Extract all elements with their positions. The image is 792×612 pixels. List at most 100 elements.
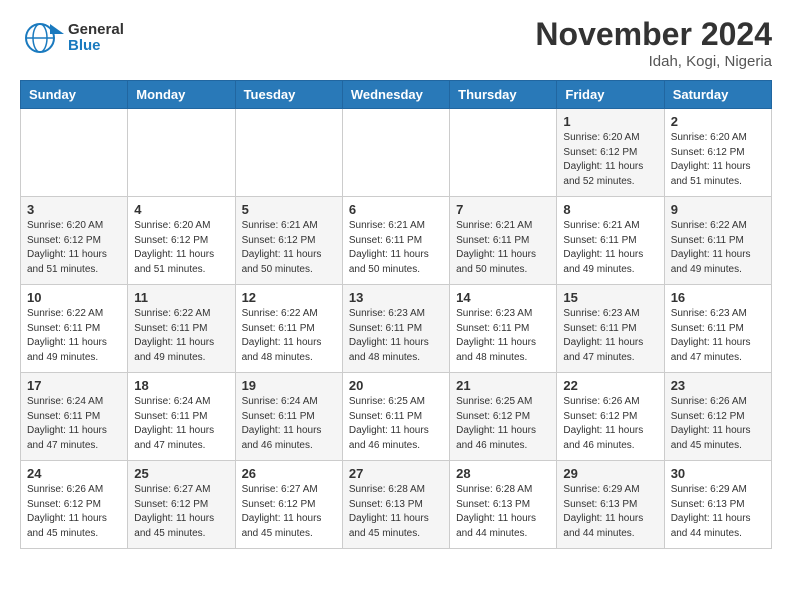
day-info: Sunrise: 6:20 AM Sunset: 6:12 PM Dayligh… <box>134 219 228 277</box>
calendar-day-cell: 25 Sunrise: 6:27 AM Sunset: 6:12 PM Dayli… <box>128 461 235 549</box>
day-number: 20 <box>349 378 443 393</box>
day-info: Sunrise: 6:24 AM Sunset: 6:11 PM Dayligh… <box>242 395 336 453</box>
col-thursday: Thursday <box>450 81 557 109</box>
day-info: Sunrise: 6:22 AM Sunset: 6:11 PM Dayligh… <box>671 219 765 277</box>
calendar-day-cell: 7Sunrise: 6:21 AM Sunset: 6:11 PM Daylig… <box>450 197 557 285</box>
calendar-day-cell: 9 Sunrise: 6:22 AM Sunset: 6:11 PM Daylig… <box>664 197 771 285</box>
calendar-day-cell <box>342 109 449 197</box>
day-info: Sunrise: 6:25 AM Sunset: 6:12 PM Dayligh… <box>456 395 550 453</box>
day-info: Sunrise: 6:21 AM Sunset: 6:11 PM Dayligh… <box>349 219 443 277</box>
calendar-day-cell: 11 Sunrise: 6:22 AM Sunset: 6:11 PM Dayli… <box>128 285 235 373</box>
calendar-day-cell: 27 Sunrise: 6:28 AM Sunset: 6:13 PM Dayli… <box>342 461 449 549</box>
calendar-day-cell: 2Sunrise: 6:20 AM Sunset: 6:12 PM Daylig… <box>664 109 771 197</box>
col-monday: Monday <box>128 81 235 109</box>
day-info: Sunrise: 6:24 AM Sunset: 6:11 PM Dayligh… <box>134 395 228 453</box>
day-number: 1 <box>563 114 657 129</box>
page: General Blue November 2024 Idah, Kogi, N… <box>0 0 792 612</box>
calendar-day-cell: 29Sunrise: 6:29 AM Sunset: 6:13 PM Dayli… <box>557 461 664 549</box>
calendar-header-row: Sunday Monday Tuesday Wednesday Thursday… <box>21 81 772 109</box>
logo-general-text: General <box>68 22 124 39</box>
day-number: 3 <box>27 202 121 217</box>
logo: General Blue <box>20 16 124 60</box>
calendar-day-cell: 13 Sunrise: 6:23 AM Sunset: 6:11 PM Dayli… <box>342 285 449 373</box>
day-number: 18 <box>134 378 228 393</box>
calendar-day-cell: 20 Sunrise: 6:25 AM Sunset: 6:11 PM Dayli… <box>342 373 449 461</box>
day-number: 27 <box>349 466 443 481</box>
day-info: Sunrise: 6:22 AM Sunset: 6:11 PM Dayligh… <box>242 307 336 365</box>
day-info: Sunrise: 6:25 AM Sunset: 6:11 PM Dayligh… <box>349 395 443 453</box>
day-number: 17 <box>27 378 121 393</box>
col-sunday: Sunday <box>21 81 128 109</box>
calendar-day-cell: 19 Sunrise: 6:24 AM Sunset: 6:11 PM Dayli… <box>235 373 342 461</box>
calendar-week-row: 1 Sunrise: 6:20 AM Sunset: 6:12 PM Daylig… <box>21 109 772 197</box>
calendar-day-cell: 30 Sunrise: 6:29 AM Sunset: 6:13 PM Dayli… <box>664 461 771 549</box>
day-number: 22 <box>563 378 657 393</box>
calendar-day-cell: 5 Sunrise: 6:21 AM Sunset: 6:12 PM Daylig… <box>235 197 342 285</box>
day-number: 23 <box>671 378 765 393</box>
day-info: Sunrise: 6:27 AM Sunset: 6:12 PM Dayligh… <box>134 483 228 541</box>
day-number: 6 <box>349 202 443 217</box>
calendar-day-cell: 12 Sunrise: 6:22 AM Sunset: 6:11 PM Dayli… <box>235 285 342 373</box>
day-number: 19 <box>242 378 336 393</box>
calendar-day-cell: 4Sunrise: 6:20 AM Sunset: 6:12 PM Daylig… <box>128 197 235 285</box>
day-number: 9 <box>671 202 765 217</box>
day-info: Sunrise: 6:28 AM Sunset: 6:13 PM Dayligh… <box>349 483 443 541</box>
calendar-day-cell: 16Sunrise: 6:23 AM Sunset: 6:11 PM Dayli… <box>664 285 771 373</box>
day-number: 21 <box>456 378 550 393</box>
calendar-day-cell: 15Sunrise: 6:23 AM Sunset: 6:11 PM Dayli… <box>557 285 664 373</box>
calendar-day-cell: 14 Sunrise: 6:23 AM Sunset: 6:11 PM Dayli… <box>450 285 557 373</box>
day-number: 14 <box>456 290 550 305</box>
day-info: Sunrise: 6:28 AM Sunset: 6:13 PM Dayligh… <box>456 483 550 541</box>
day-info: Sunrise: 6:24 AM Sunset: 6:11 PM Dayligh… <box>27 395 121 453</box>
logo-icon <box>20 16 64 60</box>
calendar-day-cell <box>128 109 235 197</box>
day-info: Sunrise: 6:20 AM Sunset: 6:12 PM Dayligh… <box>27 219 121 277</box>
day-info: Sunrise: 6:20 AM Sunset: 6:12 PM Dayligh… <box>563 131 657 189</box>
calendar-week-row: 10 Sunrise: 6:22 AM Sunset: 6:11 PM Dayli… <box>21 285 772 373</box>
col-friday: Friday <box>557 81 664 109</box>
header: General Blue November 2024 Idah, Kogi, N… <box>20 16 772 70</box>
calendar-day-cell: 24Sunrise: 6:26 AM Sunset: 6:12 PM Dayli… <box>21 461 128 549</box>
col-tuesday: Tuesday <box>235 81 342 109</box>
calendar-week-row: 17 Sunrise: 6:24 AM Sunset: 6:11 PM Dayli… <box>21 373 772 461</box>
day-info: Sunrise: 6:29 AM Sunset: 6:13 PM Dayligh… <box>563 483 657 541</box>
day-number: 12 <box>242 290 336 305</box>
day-number: 7 <box>456 202 550 217</box>
day-number: 8 <box>563 202 657 217</box>
calendar-day-cell: 28Sunrise: 6:28 AM Sunset: 6:13 PM Dayli… <box>450 461 557 549</box>
calendar-day-cell: 6 Sunrise: 6:21 AM Sunset: 6:11 PM Daylig… <box>342 197 449 285</box>
day-number: 24 <box>27 466 121 481</box>
calendar-day-cell: 26Sunrise: 6:27 AM Sunset: 6:12 PM Dayli… <box>235 461 342 549</box>
col-saturday: Saturday <box>664 81 771 109</box>
day-number: 13 <box>349 290 443 305</box>
calendar-day-cell: 22 Sunrise: 6:26 AM Sunset: 6:12 PM Dayli… <box>557 373 664 461</box>
day-info: Sunrise: 6:27 AM Sunset: 6:12 PM Dayligh… <box>242 483 336 541</box>
day-info: Sunrise: 6:26 AM Sunset: 6:12 PM Dayligh… <box>671 395 765 453</box>
day-number: 11 <box>134 290 228 305</box>
day-info: Sunrise: 6:23 AM Sunset: 6:11 PM Dayligh… <box>563 307 657 365</box>
day-info: Sunrise: 6:23 AM Sunset: 6:11 PM Dayligh… <box>349 307 443 365</box>
day-number: 25 <box>134 466 228 481</box>
calendar-day-cell <box>235 109 342 197</box>
day-number: 5 <box>242 202 336 217</box>
day-info: Sunrise: 6:20 AM Sunset: 6:12 PM Dayligh… <box>671 131 765 189</box>
title-block: November 2024 Idah, Kogi, Nigeria <box>535 16 772 70</box>
logo-blue-text: Blue <box>68 38 124 55</box>
calendar-day-cell: 10Sunrise: 6:22 AM Sunset: 6:11 PM Dayli… <box>21 285 128 373</box>
day-info: Sunrise: 6:26 AM Sunset: 6:12 PM Dayligh… <box>563 395 657 453</box>
day-info: Sunrise: 6:29 AM Sunset: 6:13 PM Dayligh… <box>671 483 765 541</box>
calendar-table: Sunday Monday Tuesday Wednesday Thursday… <box>20 80 772 549</box>
day-info: Sunrise: 6:23 AM Sunset: 6:11 PM Dayligh… <box>456 307 550 365</box>
day-info: Sunrise: 6:21 AM Sunset: 6:11 PM Dayligh… <box>563 219 657 277</box>
calendar-day-cell <box>21 109 128 197</box>
calendar-week-row: 24Sunrise: 6:26 AM Sunset: 6:12 PM Dayli… <box>21 461 772 549</box>
day-number: 10 <box>27 290 121 305</box>
day-info: Sunrise: 6:23 AM Sunset: 6:11 PM Dayligh… <box>671 307 765 365</box>
calendar-day-cell: 21 Sunrise: 6:25 AM Sunset: 6:12 PM Dayli… <box>450 373 557 461</box>
day-info: Sunrise: 6:22 AM Sunset: 6:11 PM Dayligh… <box>134 307 228 365</box>
month-title: November 2024 <box>535 16 772 53</box>
calendar-day-cell: 8 Sunrise: 6:21 AM Sunset: 6:11 PM Daylig… <box>557 197 664 285</box>
day-info: Sunrise: 6:21 AM Sunset: 6:12 PM Dayligh… <box>242 219 336 277</box>
day-number: 30 <box>671 466 765 481</box>
logo-label: General Blue <box>68 22 124 55</box>
